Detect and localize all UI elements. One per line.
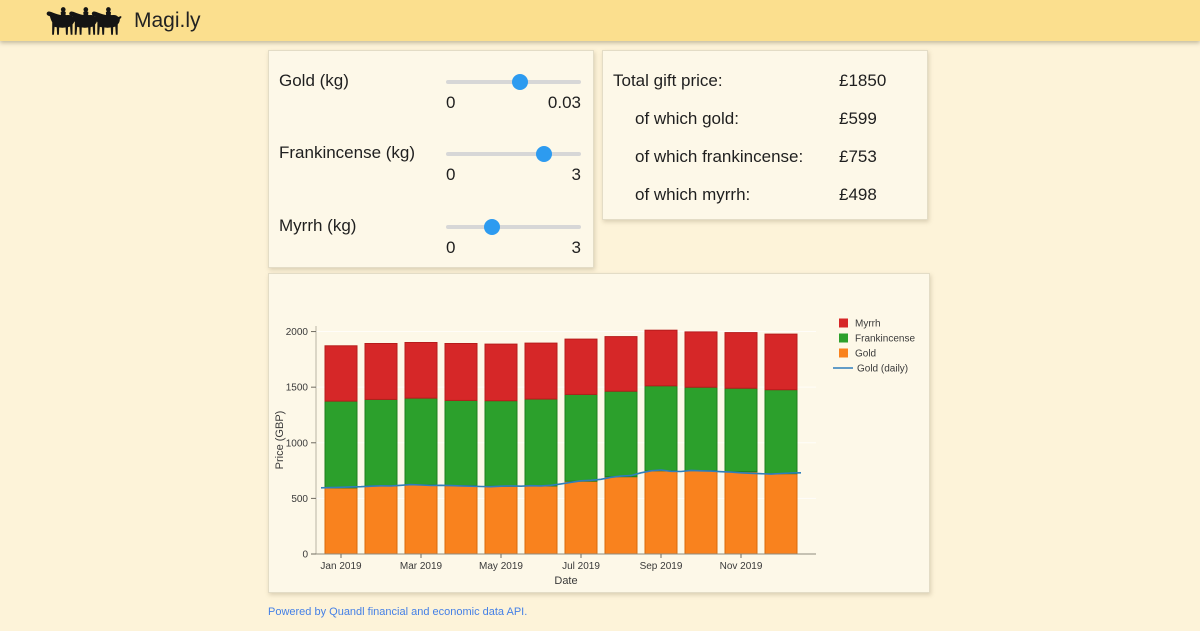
slider-track[interactable]	[446, 225, 581, 229]
slider-thumb[interactable]	[536, 146, 552, 162]
price-chart: 0 500 1000 1500 2000 Jan 2019 Mar 2019 May 2019…	[269, 274, 929, 592]
svg-text:Jul 2019: Jul 2019	[562, 561, 600, 572]
myrrh-slider-range: 0 3	[446, 238, 581, 258]
svg-text:Date: Date	[554, 575, 577, 587]
page-title: Magi.ly	[134, 9, 201, 33]
frankincense-price-row: of which frankincense: £753	[603, 147, 927, 167]
frankincense-slider-label: Frankincense (kg)	[279, 143, 415, 163]
slider-thumb[interactable]	[512, 74, 528, 90]
svg-text:1000: 1000	[286, 438, 309, 449]
myrrh-slider[interactable]	[446, 219, 581, 235]
quandl-attribution-link[interactable]: Powered by Quandl financial and economic…	[268, 606, 527, 618]
gold-slider-label: Gold (kg)	[279, 71, 349, 91]
app-header: Magi.ly	[0, 0, 1200, 41]
myrrh-slider-row: Myrrh (kg) 0 3	[269, 196, 593, 262]
slider-min-label: 0	[446, 238, 455, 258]
frankincense-slider[interactable]	[446, 146, 581, 162]
gold-price-row: of which gold: £599	[603, 109, 927, 129]
svg-text:Myrrh: Myrrh	[855, 319, 881, 330]
frankincense-slider-range: 0 3	[446, 165, 581, 185]
frankincense-slider-row: Frankincense (kg) 0 3	[269, 123, 593, 189]
gold-slider-range: 0 0.03	[446, 93, 581, 113]
total-price-row: Total gift price: £1850	[603, 71, 927, 91]
svg-text:0: 0	[302, 550, 308, 561]
slider-thumb[interactable]	[484, 219, 500, 235]
svg-text:Nov 2019: Nov 2019	[720, 561, 763, 572]
svg-text:500: 500	[291, 494, 308, 505]
svg-text:Mar 2019: Mar 2019	[400, 561, 443, 572]
svg-text:Gold (daily): Gold (daily)	[857, 364, 908, 375]
svg-text:Jan 2019: Jan 2019	[320, 561, 362, 572]
svg-text:Gold: Gold	[855, 349, 876, 360]
myrrh-price-value: £498	[839, 185, 877, 205]
slider-max-label: 0.03	[548, 93, 581, 113]
myrrh-price-row: of which myrrh: £498	[603, 185, 927, 205]
frankincense-price-value: £753	[839, 147, 877, 167]
footer: Powered by Quandl financial and economic…	[268, 606, 527, 618]
myrrh-slider-label: Myrrh (kg)	[279, 216, 356, 236]
svg-text:Price (GBP): Price (GBP)	[274, 411, 286, 470]
slider-min-label: 0	[446, 93, 455, 113]
three-wise-men-camels-icon	[44, 5, 122, 37]
svg-text:2000: 2000	[286, 327, 309, 338]
price-chart-panel: 0 500 1000 1500 2000 Jan 2019 Mar 2019 May 2019…	[268, 273, 930, 593]
slider-max-label: 3	[572, 165, 581, 185]
slider-min-label: 0	[446, 165, 455, 185]
slider-max-label: 3	[572, 238, 581, 258]
myrrh-price-label: of which myrrh:	[635, 185, 750, 205]
total-price-value: £1850	[839, 71, 886, 91]
sliders-panel: Gold (kg) 0 0.03 Frankincense (kg) 0 3 M…	[268, 50, 594, 268]
gold-price-label: of which gold:	[635, 109, 739, 129]
svg-text:May 2019: May 2019	[479, 561, 523, 572]
page: Magi.ly Gold (kg) 0 0.03 Frankincense (k…	[0, 0, 1200, 631]
svg-text:1500: 1500	[286, 383, 309, 394]
gold-price-value: £599	[839, 109, 877, 129]
gold-slider[interactable]	[446, 74, 581, 90]
gold-slider-row: Gold (kg) 0 0.03	[269, 51, 593, 117]
price-summary-panel: Total gift price: £1850 of which gold: £…	[602, 50, 928, 220]
svg-text:Frankincense: Frankincense	[855, 334, 915, 345]
slider-track[interactable]	[446, 152, 581, 156]
frankincense-price-label: of which frankincense:	[635, 147, 803, 167]
svg-text:Sep 2019: Sep 2019	[640, 561, 683, 572]
total-price-label: Total gift price:	[613, 71, 723, 91]
